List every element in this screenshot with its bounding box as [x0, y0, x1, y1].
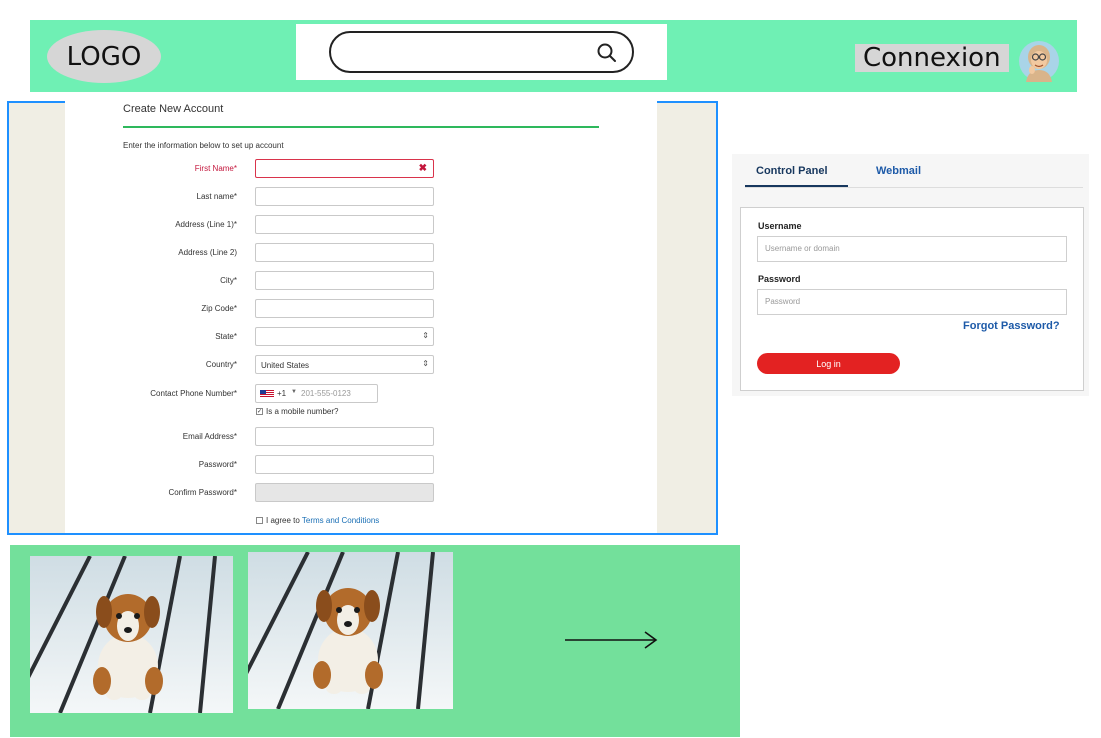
- logo[interactable]: LOGO: [47, 30, 161, 83]
- avatar-icon[interactable]: [1018, 40, 1060, 82]
- username-placeholder: Username or domain: [765, 244, 840, 253]
- state-label: State*: [215, 332, 237, 341]
- search-input[interactable]: [329, 31, 634, 73]
- active-tab-indicator: [745, 185, 848, 187]
- address2-label: Address (Line 2): [178, 248, 237, 257]
- zip-field[interactable]: [255, 299, 434, 318]
- confirm-password-label: Confirm Password*: [168, 488, 237, 497]
- arrow-right-icon[interactable]: [563, 628, 659, 652]
- last-name-field[interactable]: [255, 187, 434, 206]
- email-label: Email Address*: [182, 432, 237, 441]
- select-arrows-icon: ⇕: [422, 359, 429, 368]
- forgot-password-link[interactable]: Forgot Password?: [963, 320, 1060, 332]
- password-label: Password: [758, 274, 801, 284]
- terms-checkbox[interactable]: [256, 517, 263, 524]
- puppy-image: [248, 552, 453, 709]
- mobile-label: Is a mobile number?: [266, 407, 339, 416]
- country-label: Country*: [205, 360, 237, 369]
- search-text-field[interactable]: [349, 41, 589, 63]
- password-field[interactable]: [255, 455, 434, 474]
- form-intro: Enter the information below to set up ac…: [123, 141, 284, 150]
- first-name-field[interactable]: ✖: [255, 159, 434, 178]
- password-placeholder: Password: [765, 297, 801, 306]
- confirm-password-field[interactable]: [255, 483, 434, 502]
- password-input[interactable]: Password: [757, 289, 1067, 315]
- address1-field[interactable]: [255, 215, 434, 234]
- address1-label: Address (Line 1)*: [175, 220, 237, 229]
- last-name-label: Last name*: [196, 192, 237, 201]
- address2-field[interactable]: [255, 243, 434, 262]
- terms-link[interactable]: Terms and Conditions: [302, 516, 379, 525]
- us-flag-icon[interactable]: [260, 390, 274, 397]
- state-select[interactable]: ⇕: [255, 327, 434, 346]
- terms-agreement: I agree to Terms and Conditions: [266, 516, 379, 525]
- city-label: City*: [220, 276, 237, 285]
- puppy-image: [30, 556, 233, 713]
- phone-label: Contact Phone Number*: [150, 389, 237, 398]
- email-field[interactable]: [255, 427, 434, 446]
- puppy-photo[interactable]: [30, 556, 233, 713]
- search-icon[interactable]: [596, 42, 618, 64]
- zip-label: Zip Code*: [201, 304, 237, 313]
- connexion-button[interactable]: Connexion: [855, 43, 1009, 73]
- username-input[interactable]: Username or domain: [757, 236, 1067, 262]
- city-field[interactable]: [255, 271, 434, 290]
- puppy-photo[interactable]: [248, 552, 453, 709]
- form-title: Create New Account: [123, 103, 224, 115]
- login-button[interactable]: Log in: [757, 353, 900, 374]
- country-select[interactable]: United States ⇕: [255, 355, 434, 374]
- select-arrows-icon: ⇕: [422, 331, 429, 340]
- form-title-divider: [123, 126, 599, 128]
- first-name-label: First Name*: [194, 164, 237, 173]
- chevron-down-icon[interactable]: ▼: [291, 389, 297, 395]
- username-label: Username: [758, 221, 802, 231]
- terms-prefix: I agree to: [266, 516, 302, 525]
- phone-placeholder: 201-555-0123: [301, 389, 351, 398]
- password-label: Password*: [198, 460, 237, 469]
- country-value: United States: [261, 361, 310, 370]
- phone-country-code: +1: [277, 389, 287, 398]
- tabs-divider: [745, 187, 1083, 188]
- tab-webmail[interactable]: Webmail: [876, 165, 921, 177]
- error-x-icon: ✖: [418, 163, 427, 174]
- tab-control-panel[interactable]: Control Panel: [756, 165, 828, 177]
- mobile-checkbox[interactable]: ✓: [256, 408, 263, 415]
